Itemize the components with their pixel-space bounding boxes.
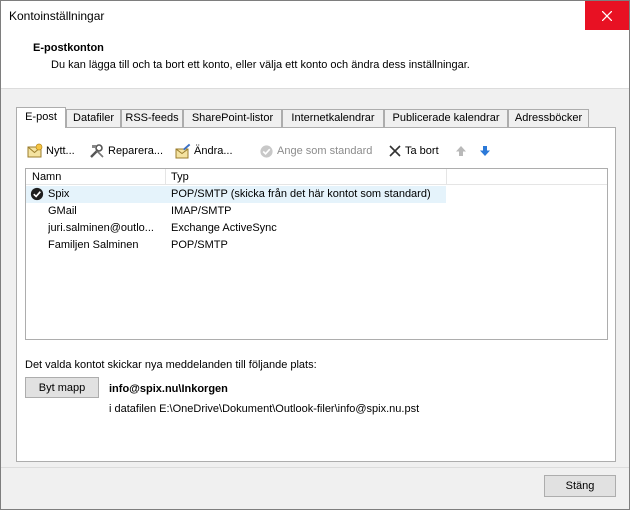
new-account-button[interactable]: Nytt... bbox=[27, 142, 75, 160]
check-circle-icon bbox=[260, 144, 273, 158]
account-name: Familjen Salminen bbox=[48, 239, 139, 251]
column-divider[interactable] bbox=[446, 169, 447, 185]
header-title: E-postkonton bbox=[33, 42, 104, 54]
arrow-up-icon bbox=[456, 146, 466, 156]
column-divider[interactable] bbox=[165, 169, 166, 185]
dialog-footer: Stäng bbox=[1, 467, 629, 509]
default-account-check-icon bbox=[30, 187, 44, 201]
repair-tools-icon bbox=[90, 144, 104, 158]
tab-published-calendars[interactable]: Publicerade kalendrar bbox=[384, 109, 508, 127]
column-header-type[interactable]: Typ bbox=[171, 171, 189, 183]
tab-email[interactable]: E-post bbox=[16, 107, 66, 128]
tab-rss-feeds[interactable]: RSS-feeds bbox=[121, 109, 183, 127]
header-area: E-postkonton Du kan lägga till och ta bo… bbox=[1, 31, 629, 89]
set-default-button[interactable]: Ange som standard bbox=[259, 142, 372, 160]
account-type: IMAP/SMTP bbox=[171, 205, 232, 217]
account-list[interactable]: Namn Typ Spix POP/SMTP (skicka från det … bbox=[25, 168, 608, 340]
data-file-path: i datafilen E:\OneDrive\Dokument\Outlook… bbox=[109, 403, 420, 415]
account-settings-dialog: Kontoinställningar E-postkonton Du kan l… bbox=[0, 0, 630, 510]
set-default-label: Ange som standard bbox=[277, 145, 373, 157]
remove-account-label: Ta bort bbox=[405, 145, 439, 157]
list-header: Namn Typ bbox=[26, 169, 607, 185]
remove-x-icon bbox=[389, 145, 401, 157]
account-row-spix[interactable]: Spix POP/SMTP (skicka från det här konto… bbox=[26, 186, 446, 203]
change-account-button[interactable]: Ändra... bbox=[175, 142, 233, 160]
repair-account-button[interactable]: Reparera... bbox=[89, 142, 163, 160]
tab-address-books[interactable]: Adressböcker bbox=[508, 109, 589, 127]
delivery-description: Det valda kontot skickar nya meddelanden… bbox=[25, 359, 317, 371]
account-row-outlook[interactable]: juri.salminen@outlo... Exchange ActiveSy… bbox=[26, 220, 446, 237]
account-type: POP/SMTP bbox=[171, 239, 228, 251]
column-header-name[interactable]: Namn bbox=[32, 171, 61, 183]
account-row-gmail[interactable]: GMail IMAP/SMTP bbox=[26, 203, 446, 220]
change-account-label: Ändra... bbox=[194, 145, 233, 157]
move-down-button[interactable] bbox=[479, 142, 491, 160]
close-window-button[interactable] bbox=[585, 1, 629, 30]
account-name: Spix bbox=[48, 188, 70, 200]
arrow-down-icon bbox=[480, 146, 490, 156]
title-bar: Kontoinställningar bbox=[1, 1, 629, 31]
change-folder-button[interactable]: Byt mapp bbox=[25, 377, 99, 398]
account-type: Exchange ActiveSync bbox=[171, 222, 277, 234]
new-account-label: Nytt... bbox=[46, 145, 75, 157]
window-title: Kontoinställningar bbox=[9, 9, 105, 23]
tab-data-files[interactable]: Datafiler bbox=[66, 109, 121, 127]
remove-account-button[interactable]: Ta bort bbox=[388, 142, 439, 160]
account-name: juri.salminen@outlo... bbox=[48, 222, 154, 234]
account-name: GMail bbox=[48, 205, 77, 217]
account-row-familjen[interactable]: Familjen Salminen POP/SMTP bbox=[26, 237, 446, 254]
move-up-button[interactable] bbox=[455, 142, 467, 160]
tab-internet-calendars[interactable]: Internetkalendrar bbox=[282, 109, 384, 127]
new-mail-icon bbox=[27, 143, 43, 158]
close-icon bbox=[602, 10, 612, 21]
delivery-location: info@spix.nu\Inkorgen bbox=[109, 383, 228, 395]
account-type: POP/SMTP (skicka från det här kontot som… bbox=[171, 188, 431, 200]
tab-sharepoint-lists[interactable]: SharePoint-listor bbox=[183, 109, 282, 127]
change-settings-icon bbox=[175, 143, 191, 159]
header-subtitle: Du kan lägga till och ta bort ett konto,… bbox=[51, 59, 470, 71]
close-button[interactable]: Stäng bbox=[544, 475, 616, 497]
repair-account-label: Reparera... bbox=[108, 145, 164, 157]
